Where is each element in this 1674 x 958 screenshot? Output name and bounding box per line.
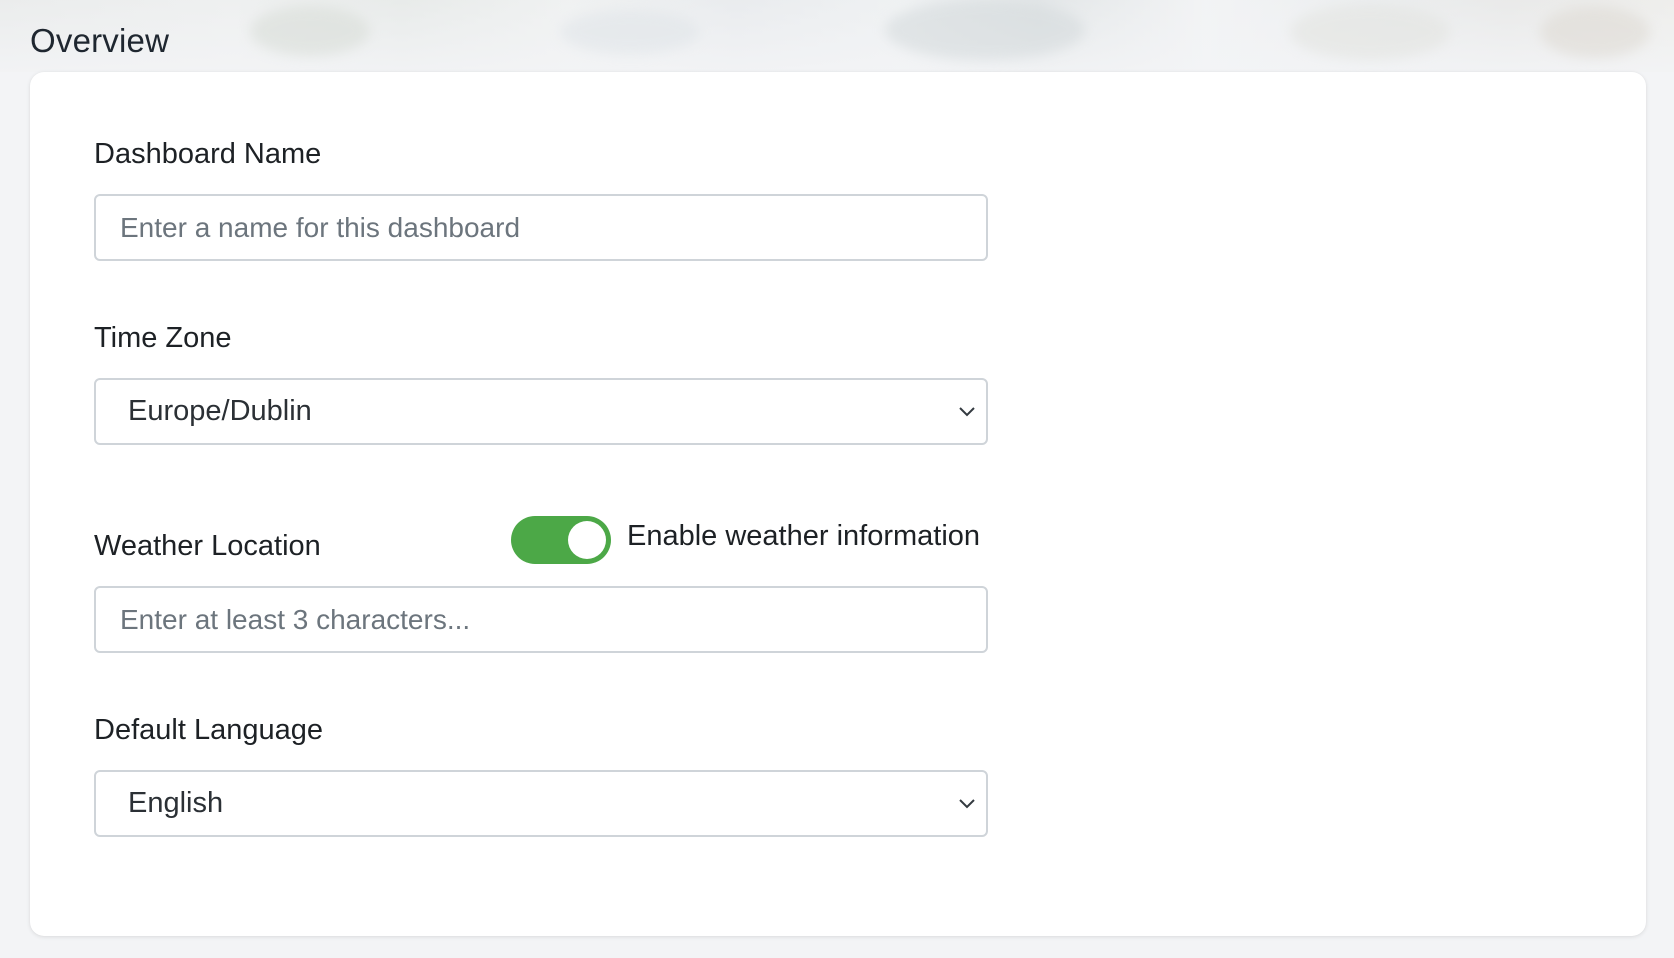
default-language-value: English: [128, 787, 224, 819]
weather-location-field: [94, 586, 988, 653]
background-blob: [885, 0, 1085, 60]
dashboard-name-field: [94, 194, 988, 261]
page-title: Overview: [30, 22, 170, 59]
background-blob: [560, 10, 700, 54]
dashboard-name-label: Dashboard Name: [94, 138, 322, 170]
weather-location-input[interactable]: [96, 588, 986, 651]
chevron-down-icon: [959, 407, 975, 417]
time-zone-label: Time Zone: [94, 322, 232, 354]
overview-card: Dashboard Name Time Zone Europe/Dublin W…: [30, 72, 1646, 936]
time-zone-select[interactable]: Europe/Dublin: [94, 378, 988, 445]
toggle-knob: [568, 521, 606, 559]
header-background: [0, 0, 1674, 72]
background-blob: [1290, 4, 1450, 60]
weather-toggle[interactable]: [511, 516, 611, 564]
chevron-down-icon: [959, 799, 975, 809]
weather-location-label: Weather Location: [94, 530, 321, 562]
weather-toggle-label: Enable weather information: [627, 520, 981, 552]
time-zone-value: Europe/Dublin: [128, 395, 312, 427]
default-language-label: Default Language: [94, 714, 323, 746]
dashboard-name-input[interactable]: [96, 196, 986, 259]
background-blob: [250, 6, 370, 56]
default-language-select[interactable]: English: [94, 770, 988, 837]
background-blob: [1540, 6, 1650, 58]
